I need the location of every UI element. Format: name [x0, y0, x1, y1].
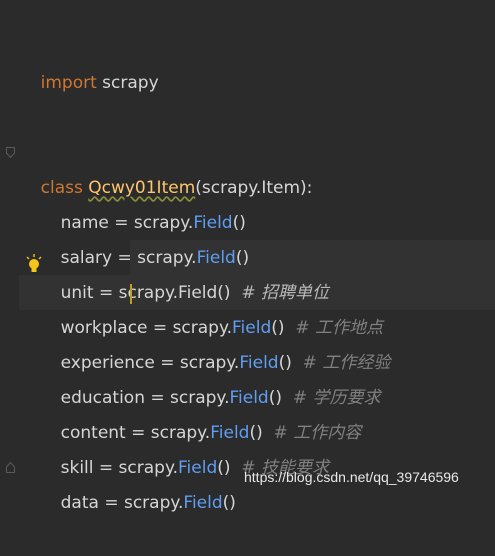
watermark-text: https://blog.csdn.net/qq_39746596 — [244, 469, 459, 485]
code-line-education[interactable]: education = scrapy.Field() # 学历要求 — [0, 346, 495, 408]
keyword: import — [40, 73, 97, 93]
code-text: () — [222, 493, 236, 513]
code-line-name[interactable]: name = scrapy.Field() — [0, 171, 495, 233]
field-call: Field — [183, 493, 223, 513]
code-line-content[interactable]: content = scrapy.Field() # 工作内容 — [0, 381, 495, 443]
text-caret — [130, 284, 132, 304]
code-line-class[interactable]: class Qcwy01Item(scrapy.Item): — [0, 136, 495, 198]
code-line-import[interactable]: import scrapy — [0, 31, 495, 93]
code-text: data = scrapy. — [60, 493, 184, 513]
code-line-skill[interactable]: skill = scrapy.Field() # 技能要求 — [0, 416, 495, 478]
code-editor[interactable]: import scrapy class Qcwy01Item(scrapy.It… — [0, 0, 495, 513]
code-text: scrapy — [96, 73, 159, 93]
code-line-workplace[interactable]: workplace = scrapy.Field() # 工作地点 — [0, 276, 495, 338]
code-line-experience[interactable]: experience = scrapy.Field() # 工作经验 — [0, 311, 495, 373]
code-line-salary[interactable]: salary = scrapy.Field() — [0, 206, 495, 268]
code-line-unit[interactable]: unit = scrapy.Field() # 招聘单位 — [0, 241, 495, 303]
